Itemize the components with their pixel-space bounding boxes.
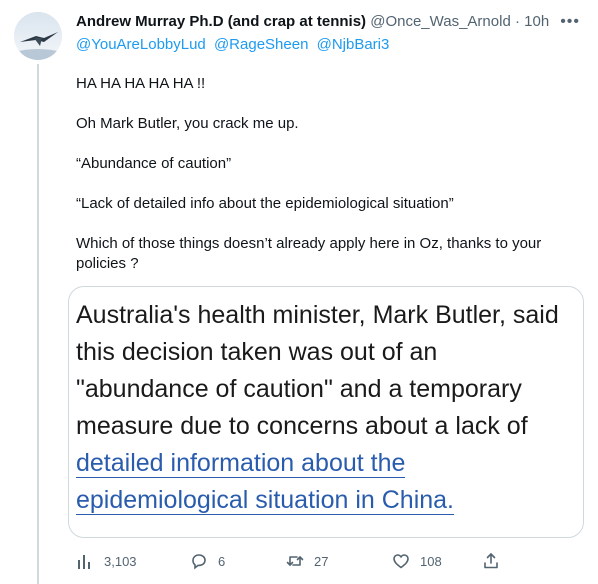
retweet-count: 27 — [314, 553, 329, 569]
tweet-paragraph: “Lack of detailed info about the epidemi… — [76, 195, 454, 212]
bar-chart-icon — [78, 555, 90, 569]
like-count: 108 — [420, 553, 442, 569]
retweet-button[interactable]: 27 — [286, 552, 328, 570]
tweet-paragraph: HA HA HA HA HA !! — [76, 75, 206, 92]
reply-count: 6 — [218, 553, 226, 569]
reply-button[interactable]: 6 — [190, 552, 225, 570]
share-upload-icon — [484, 553, 498, 569]
tweet-header: Andrew Murray Ph.D (and crap at tennis) … — [76, 12, 558, 32]
attached-image[interactable]: Australia's health minister, Mark Butler… — [68, 286, 584, 538]
heart-icon — [393, 554, 409, 569]
more-dots-icon[interactable]: ••• — [560, 12, 580, 32]
tweet-actions: 3,103 6 27 108 — [76, 552, 516, 574]
quote-plain-text: Australia's health minister, Mark Butler… — [76, 301, 559, 440]
comment-bubble-icon — [192, 554, 206, 570]
thread-line — [37, 64, 39, 584]
quote-link-text: detailed information about the epidemiol… — [76, 449, 455, 515]
share-button[interactable] — [482, 552, 510, 570]
author-handle[interactable]: @Once_Was_Arnold — [370, 13, 511, 30]
tweet-text: HA HA HA HA HA !! Oh Mark Butler, you cr… — [76, 74, 566, 294]
image-quote-text: Australia's health minister, Mark Butler… — [76, 297, 576, 519]
mention-link[interactable]: @NjbBari3 — [317, 36, 390, 53]
replying-to: @YouAreLobbyLud @RageSheen @NjbBari3 — [76, 35, 393, 55]
mention-link[interactable]: @YouAreLobbyLud — [76, 36, 206, 53]
tweet-paragraph: Oh Mark Butler, you crack me up. — [76, 115, 299, 132]
views-count: 3,103 — [104, 553, 137, 569]
like-button[interactable]: 108 — [392, 552, 442, 570]
tweet-paragraph: Which of those things doesn’t already ap… — [76, 235, 542, 272]
mention-link[interactable]: @RageSheen — [214, 36, 308, 53]
author-name[interactable]: Andrew Murray Ph.D (and crap at tennis) — [76, 13, 366, 30]
retweet-arrows-icon — [286, 556, 304, 566]
separator-dot: · — [514, 13, 520, 30]
tweet-paragraph: “Abundance of caution” — [76, 155, 232, 172]
views-button[interactable]: 3,103 — [76, 552, 137, 570]
avatar[interactable] — [14, 12, 62, 60]
timestamp[interactable]: 10h — [524, 13, 549, 30]
